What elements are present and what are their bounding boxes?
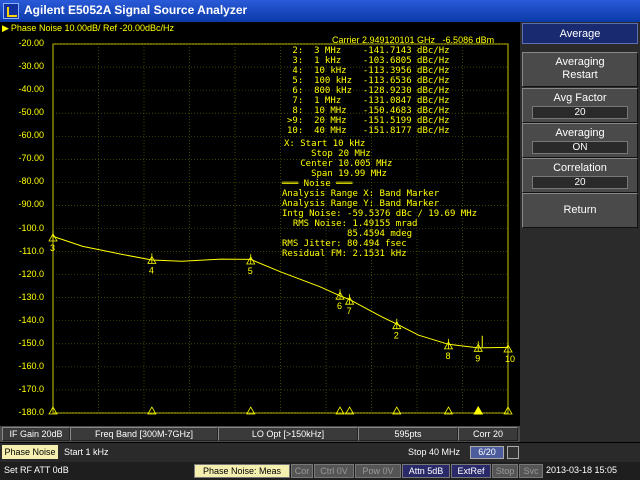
attn-status: Attn 5dB <box>402 464 450 478</box>
averaging-label: Averaging <box>555 127 605 139</box>
freq-band-cell[interactable]: Freq Band [300M-7GHz] <box>70 427 218 441</box>
marker-row: 2: 3 MHz -141.7143 dBc/Hz <box>287 46 450 56</box>
y-tick-label: -110.0 <box>19 245 44 256</box>
y-tick-label: -60.00 <box>18 130 44 141</box>
span-line: Span 19.99 MHz <box>284 169 387 179</box>
y-tick-label: -180.0 <box>18 407 44 417</box>
y-tick-label: -40.00 <box>18 84 44 95</box>
marker-row: 8: 10 MHz -150.4683 dBc/Hz <box>287 106 450 116</box>
marker-label: 10 <box>505 354 515 364</box>
phase-noise-plot[interactable]: 3 4 5 6 7 2 8 9 10 ▶ Phase Noise 10.00dB/ Ref -20… <box>0 22 520 426</box>
measurement-status: Phase Noise: Meas <box>194 464 290 478</box>
avg-factor-label: Avg Factor <box>553 92 607 104</box>
page-indicator: 6/20 <box>470 446 504 459</box>
noise-line: ═══ Noise ═══ <box>282 179 353 189</box>
start-frequency: Start 1 kHz <box>64 447 109 457</box>
y-tick-label: -170.0 <box>18 383 44 394</box>
extref-status: ExtRef <box>451 464 491 478</box>
y-tick-label: -30.00 <box>18 61 44 72</box>
softkey-panel: Average Averaging Restart Avg Factor 20 … <box>520 22 640 426</box>
y-tick-label: -80.00 <box>18 176 44 187</box>
marker-row: 6: 800 kHz -128.9230 dBc/Hz <box>287 86 450 96</box>
pow-status: Pow 0V <box>355 464 401 478</box>
marker-label: 6 <box>337 301 342 311</box>
correlation-count-cell[interactable]: Corr 20 <box>458 427 518 441</box>
y-tick-label: -70.00 <box>18 153 44 164</box>
noise-line: RMS Noise: 1.49155 mrad <box>282 219 418 229</box>
marker-label: 5 <box>248 266 253 276</box>
trace-scale-label: Phase Noise 10.00dB/ Ref -20.00dBc/Hz <box>10 23 175 33</box>
marker-table: 2: 3 MHz -141.7143 dBc/Hz 3: 1 kHz -103.… <box>287 46 450 136</box>
noise-line: Analysis Range X: Band Marker <box>282 189 440 199</box>
marker-row: 4: 10 kHz -113.3956 dBc/Hz <box>287 66 450 76</box>
span-readout: X: Start 10 kHz Stop 20 MHz Center 10.00… <box>284 139 392 179</box>
noise-line: 85.4594 mdeg <box>282 229 413 239</box>
window-title: Agilent E5052A Signal Source Analyzer <box>24 3 248 17</box>
date-time: 2013-03-18 15:05 <box>546 465 618 475</box>
noise-line: Residual FM: 2.1531 kHz <box>282 249 407 259</box>
instrument-status-bar: Set RF ATT 0dB Phase Noise: Meas Cor Ctr… <box>0 462 640 480</box>
page-scroll-indicator[interactable] <box>507 446 519 459</box>
marker-row: 5: 100 kHz -113.6536 dBc/Hz <box>287 76 450 86</box>
softkey-menu-title: Average <box>522 23 638 44</box>
marker-label: 4 <box>149 265 154 275</box>
marker-label: 9 <box>475 353 480 363</box>
averaging-restart-line1: Averaging <box>555 56 605 68</box>
trace-header: ▶ Phase Noise 10.00dB/ Ref -20.00dBc/Hz <box>2 23 174 34</box>
correlation-value: 20 <box>532 176 628 189</box>
active-trace-marker: ▶ <box>2 23 9 33</box>
lo-opt-cell[interactable]: LO Opt [>150kHz] <box>218 427 358 441</box>
span-line: Center 10.005 MHz <box>284 159 393 169</box>
phase-noise-tab[interactable]: Phase Noise <box>2 445 58 459</box>
points-cell[interactable]: 595pts <box>358 427 458 441</box>
y-tick-label: -140.0 <box>18 314 44 325</box>
carrier-readout: Carrier 2.949120101 GHz -6.5086 dBm <box>332 35 495 45</box>
ctrl-status: Ctrl 0V <box>314 464 354 478</box>
y-tick-label: -90.00 <box>18 199 44 210</box>
y-tick-label: -130.0 <box>18 291 44 302</box>
marker-row: >9: 20 MHz -151.5199 dBc/Hz <box>287 116 450 126</box>
y-tick-label: -160.0 <box>18 360 44 371</box>
setup-status-row: IF Gain 20dB Freq Band [300M-7GHz] LO Op… <box>0 426 520 442</box>
averaging-restart-button[interactable]: Averaging Restart <box>522 52 638 87</box>
y-tick-label: -150.0 <box>18 337 44 348</box>
title-bar: Agilent E5052A Signal Source Analyzer <box>0 0 640 22</box>
marker-row: 7: 1 MHz -131.0847 dBc/Hz <box>287 96 450 106</box>
svc-status: Svc <box>519 464 543 478</box>
sweep-range-row: Phase Noise Start 1 kHz Stop 40 MHz 6/20 <box>0 443 640 462</box>
averaging-value: ON <box>532 141 628 154</box>
app-icon <box>3 3 19 19</box>
correlation-label: Correlation <box>553 162 607 174</box>
stop-frequency: Stop 40 MHz <box>408 447 461 457</box>
marker-label: 7 <box>347 306 352 316</box>
noise-line: Analysis Range Y: Band Marker <box>282 199 440 209</box>
cor-status: Cor <box>291 464 313 478</box>
noise-line: Intg Noise: -59.5376 dBc / 19.69 MHz <box>282 209 478 219</box>
avg-factor-value: 20 <box>532 106 628 119</box>
correlation-button[interactable]: Correlation 20 <box>522 158 638 193</box>
span-line: X: Start 10 kHz <box>284 139 366 149</box>
noise-line: RMS Jitter: 80.494 fsec <box>282 239 407 249</box>
active-marker-triangle <box>473 405 484 415</box>
averaging-toggle-button[interactable]: Averaging ON <box>522 123 638 158</box>
marker-row: 3: 1 kHz -103.6805 dBc/Hz <box>287 56 450 66</box>
y-tick-label: -20.00 <box>18 38 44 48</box>
y-tick-label: -100.0 <box>18 222 44 233</box>
span-line: Stop 20 MHz <box>284 149 371 159</box>
status-message: Set RF ATT 0dB <box>4 465 69 475</box>
return-button[interactable]: Return <box>522 193 638 228</box>
if-gain-cell[interactable]: IF Gain 20dB <box>2 427 70 441</box>
marker-label: 8 <box>445 351 450 361</box>
marker-label: 3 <box>50 243 55 253</box>
avg-factor-button[interactable]: Avg Factor 20 <box>522 88 638 123</box>
marker-row: 10: 40 MHz -151.8177 dBc/Hz <box>287 126 450 136</box>
marker-label: 2 <box>394 331 399 341</box>
averaging-restart-line2: Restart <box>562 69 598 81</box>
row1-filler <box>520 426 640 442</box>
noise-analysis-readout: ═══ Noise ═══ Analysis Range X: Band Mark… <box>282 179 477 259</box>
y-tick-label: -50.00 <box>18 107 44 118</box>
stop-status: Stop <box>492 464 518 478</box>
y-tick-label: -120.0 <box>18 268 44 279</box>
